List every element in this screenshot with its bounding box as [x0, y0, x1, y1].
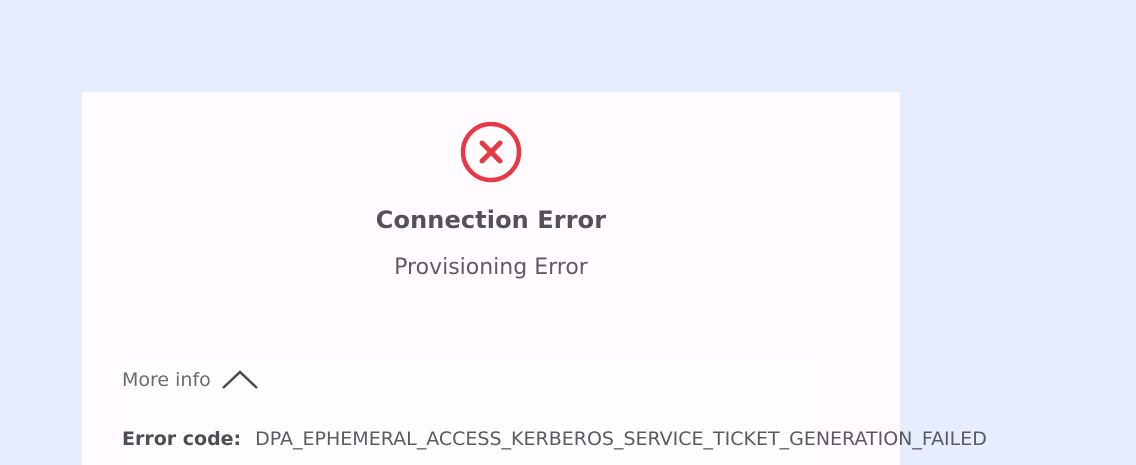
chevron-up-icon[interactable] [221, 368, 259, 392]
error-code-row: Error code: DPA_EPHEMERAL_ACCESS_KERBEROS… [122, 428, 987, 450]
error-circle-x-icon [460, 121, 522, 183]
error-code-label: Error code: [122, 428, 242, 450]
more-info-label: More info [122, 369, 211, 391]
error-subtitle: Provisioning Error [394, 255, 588, 280]
more-info-toggle[interactable]: More info [122, 364, 259, 396]
error-code-value: DPA_EPHEMERAL_ACCESS_KERBEROS_SERVICE_TI… [255, 428, 987, 450]
error-title: Connection Error [375, 206, 607, 234]
